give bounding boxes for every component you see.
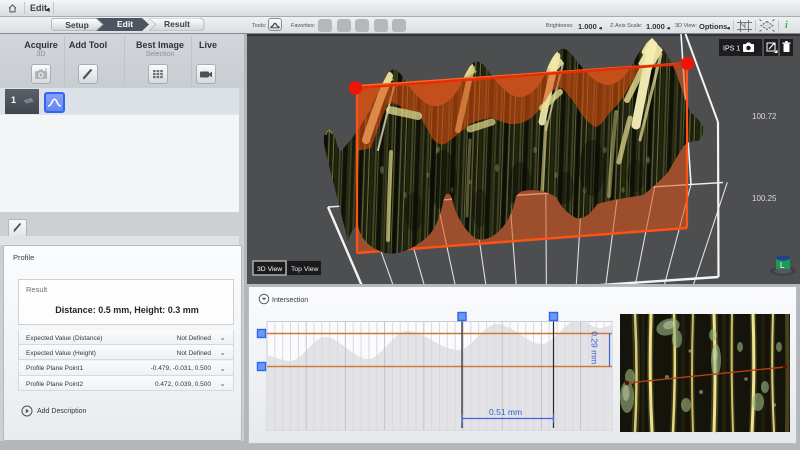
svg-text:100.72: 100.72 [752,112,777,121]
svg-text:0.29 mm: 0.29 mm [590,331,600,364]
svg-text:0.51 mm: 0.51 mm [489,407,522,417]
svg-text:3D View: 3D View [257,266,282,273]
svg-text:100.25: 100.25 [752,194,777,203]
svg-text:IPS 1: IPS 1 [723,46,740,53]
svg-text:Top View: Top View [291,266,319,273]
svg-text:L: L [780,261,785,270]
